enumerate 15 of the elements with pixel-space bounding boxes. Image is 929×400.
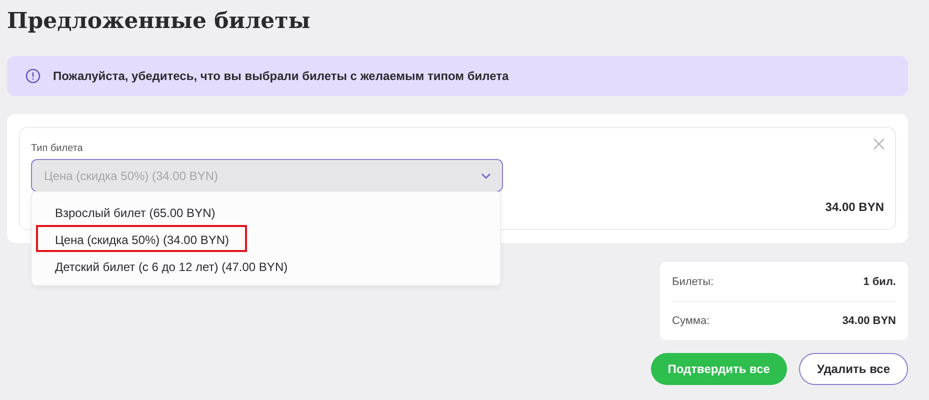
ticket-price: 34.00 BYN — [825, 200, 884, 214]
delete-button[interactable]: Удалить все — [798, 353, 908, 385]
field-label: Тип билета — [31, 143, 83, 154]
summary-label: Сумма: — [672, 315, 710, 327]
info-icon — [25, 68, 41, 84]
notice-text: Пожалуйста, убедитесь, что вы выбрали билеты с желаемым типом билета — [53, 69, 509, 83]
dropdown-option[interactable]: Цена (скидка 50%) (34.00 BYN) — [36, 225, 248, 252]
summary-value: 1 бил. — [863, 276, 896, 288]
page-title: Предложенные билеты — [7, 7, 312, 36]
chevron-down-icon — [480, 172, 492, 180]
dropdown-option[interactable]: Взрослый билет (65.00 BYN) — [36, 198, 234, 225]
close-icon[interactable] — [873, 138, 885, 150]
summary-label: Билеты: — [672, 276, 714, 288]
summary-value: 34.00 BYN — [842, 315, 896, 327]
dropdown-option[interactable]: Детский билет (с 6 до 12 лет) (47.00 BYN) — [36, 252, 306, 279]
